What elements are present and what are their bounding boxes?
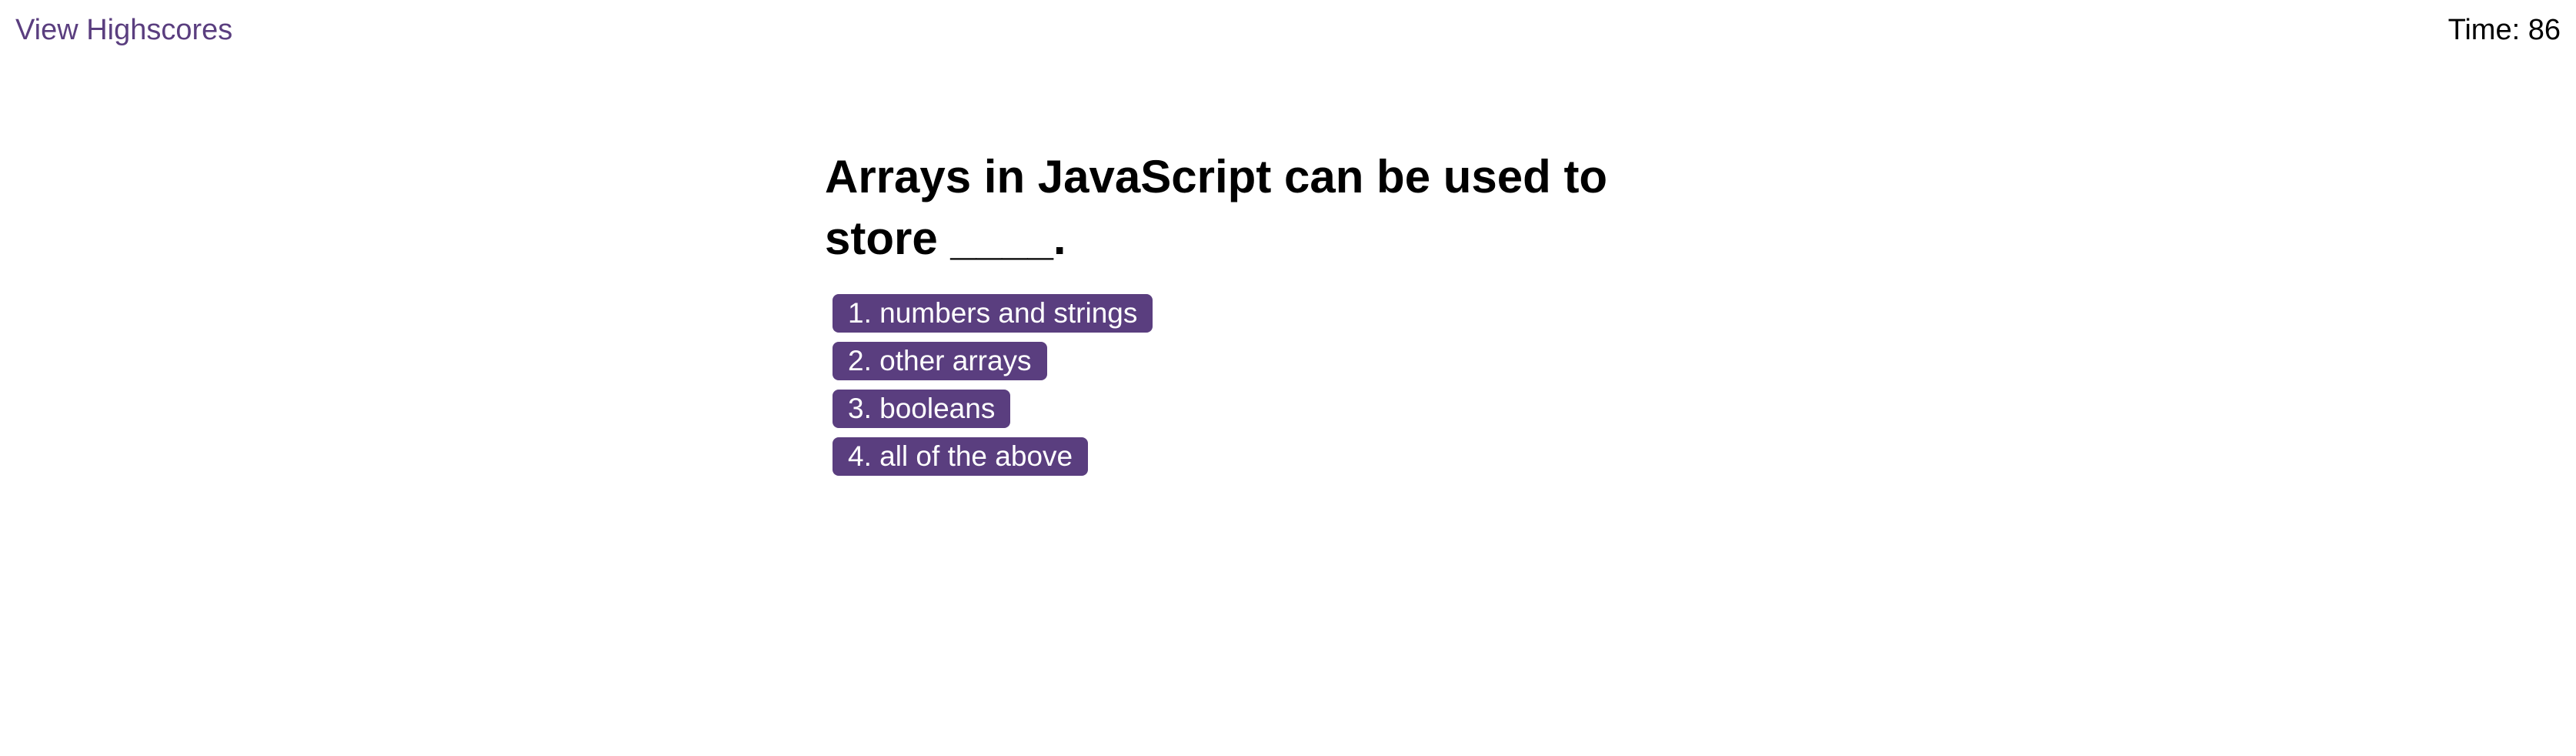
timer: Time: 86: [2448, 14, 2561, 47]
choice-button-1[interactable]: 1. numbers and strings: [833, 294, 1153, 333]
timer-label: Time:: [2448, 14, 2521, 46]
answer-choices-list: 1. numbers and strings 2. other arrays 3…: [833, 294, 1748, 476]
top-bar: View Highscores Time: 86: [0, 0, 2576, 62]
choice-item: 1. numbers and strings: [833, 294, 1748, 333]
choice-item: 4. all of the above: [833, 437, 1748, 476]
choice-button-3[interactable]: 3. booleans: [833, 390, 1011, 428]
choice-button-2[interactable]: 2. other arrays: [833, 342, 1047, 380]
choice-item: 3. booleans: [833, 390, 1748, 428]
view-highscores-link[interactable]: View Highscores: [15, 14, 232, 47]
quiz-container: Arrays in JavaScript can be used to stor…: [825, 146, 1748, 485]
question-title: Arrays in JavaScript can be used to stor…: [825, 151, 1608, 264]
timer-value: 86: [2528, 14, 2561, 46]
choice-button-4[interactable]: 4. all of the above: [833, 437, 1089, 476]
choice-item: 2. other arrays: [833, 342, 1748, 380]
